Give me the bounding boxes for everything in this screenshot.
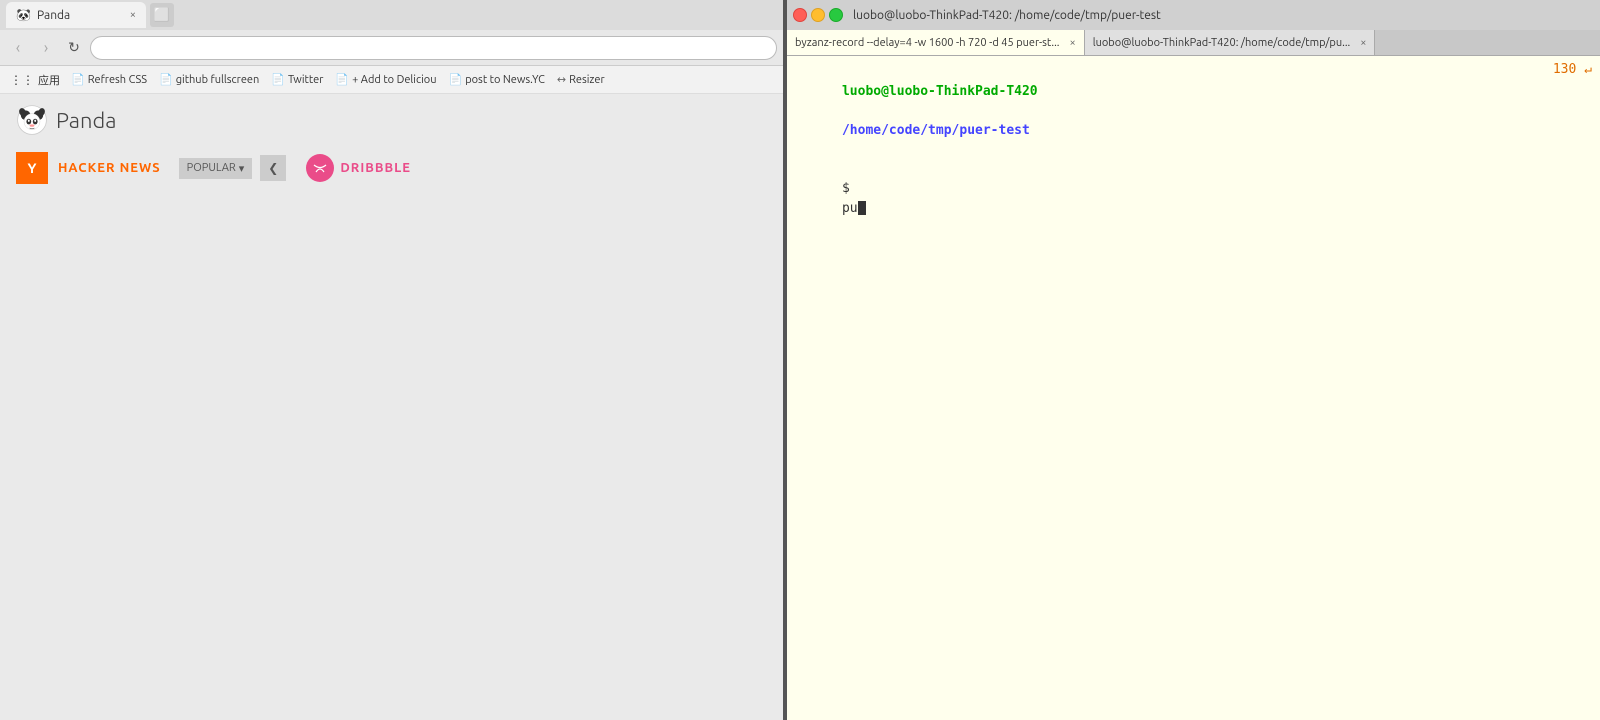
back-button[interactable]: ‹ [6, 36, 30, 60]
refresh-icon: ↻ [68, 39, 80, 56]
terminal-tab-luobo[interactable]: luobo@luobo-ThinkPad-T420: /home/code/tm… [1085, 30, 1376, 55]
terminal-tab-label: luobo@luobo-ThinkPad-T420: /home/code/tm… [1093, 37, 1351, 49]
apps-menu[interactable]: ⋮⋮ 应用 [6, 70, 64, 90]
apps-grid-icon: ⋮⋮ [10, 73, 34, 87]
terminal-tab-byzanz[interactable]: byzanz-record --delay=4 -w 1600 -h 720 -… [787, 30, 1085, 55]
terminal-tab-close[interactable]: × [1360, 37, 1366, 49]
doc-icon: 📄 [159, 73, 173, 86]
new-tab-icon: ⬜ [154, 8, 170, 23]
terminal-window: luobo@luobo-ThinkPad-T420: /home/code/tm… [787, 0, 1600, 720]
bookmark-label: Twitter [288, 74, 323, 86]
terminal-content: luobo@luobo-ThinkPad-T420 /home/code/tmp… [787, 56, 1600, 720]
terminal-user: luobo@luobo-ThinkPad-T420 [842, 84, 1038, 99]
doc-icon: 📄 [271, 73, 285, 86]
terminal-prompt-line: luobo@luobo-ThinkPad-T420 /home/code/tmp… [795, 62, 1592, 160]
terminal-minimize-button[interactable] [811, 8, 825, 22]
popular-arrow-icon: ▾ [239, 162, 245, 175]
terminal-command-line: $ pu [795, 160, 1592, 238]
new-tab-button[interactable]: ⬜ [150, 3, 174, 27]
panda-header: Panda [0, 94, 783, 146]
terminal-prompt-symbol: $ [842, 181, 858, 196]
terminal-cursor [858, 201, 866, 215]
terminal-title-text: luobo@luobo-ThinkPad-T420: /home/code/tm… [847, 9, 1594, 22]
forward-button[interactable]: › [34, 36, 58, 60]
terminal-command: pu [842, 201, 858, 216]
arrow-left-button[interactable]: ❮ [260, 155, 286, 181]
bookmark-resizer[interactable]: ↔ Resizer [552, 71, 610, 88]
bookmark-refresh-css[interactable]: 📄 Refresh CSS [66, 71, 152, 88]
browser-toolbar: ‹ › ↻ [0, 30, 783, 66]
hacker-news-source[interactable]: Y HACKER NEWS [16, 152, 171, 184]
browser-tab-panda[interactable]: 🐼 Panda × [6, 2, 146, 28]
browser-content: Panda Y HACKER NEWS POPULAR ▾ ❮ [0, 94, 783, 720]
arrow-left-icon: ❮ [268, 161, 278, 175]
terminal-enter-icon: ↵ [1584, 62, 1592, 77]
terminal-path: /home/code/tmp/puer-test [842, 123, 1030, 138]
tab-close-button[interactable]: × [130, 9, 136, 21]
apps-label: 应用 [38, 72, 60, 88]
doc-icon: 📄 [335, 73, 349, 86]
bookmark-add-delicious[interactable]: 📄 + Add to Deliciou [330, 71, 441, 88]
hn-label: HACKER NEWS [48, 161, 171, 175]
bookmark-newsyc[interactable]: 📄 post to News.YC [443, 71, 549, 88]
bookmarks-bar: ⋮⋮ 应用 📄 Refresh CSS 📄 github fullscreen … [0, 66, 783, 94]
popular-label: POPULAR [187, 162, 236, 174]
tab-label: Panda [37, 9, 70, 22]
panda-logo [16, 104, 48, 136]
terminal-tab-close[interactable]: × [1069, 37, 1075, 49]
back-icon: ‹ [16, 39, 21, 57]
popular-button[interactable]: POPULAR ▾ [179, 158, 253, 179]
dribbble-icon [306, 154, 334, 182]
forward-icon: › [44, 39, 49, 57]
bookmark-label: post to News.YC [465, 74, 545, 86]
bookmark-twitter[interactable]: 📄 Twitter [266, 71, 328, 88]
panda-page-title: Panda [56, 108, 116, 133]
browser-titlebar: 🐼 Panda × ⬜ [0, 0, 783, 30]
terminal-tabs: byzanz-record --delay=4 -w 1600 -h 720 -… [787, 30, 1600, 56]
bookmark-github-fullscreen[interactable]: 📄 github fullscreen [154, 71, 264, 88]
hn-icon-label: Y [28, 160, 37, 176]
address-bar[interactable] [90, 36, 777, 60]
bookmark-label: Refresh CSS [88, 74, 147, 86]
terminal-titlebar: luobo@luobo-ThinkPad-T420: /home/code/tm… [787, 0, 1600, 30]
dribbble-source[interactable]: DRIBBBLE [306, 154, 411, 182]
bookmark-label: github fullscreen [176, 74, 260, 86]
bookmark-label: + Add to Deliciou [352, 74, 436, 86]
doc-icon: 📄 [71, 73, 85, 86]
terminal-maximize-button[interactable] [829, 8, 843, 22]
hn-icon: Y [16, 152, 48, 184]
resize-icon: ↔ [557, 73, 566, 86]
dribbble-label: DRIBBBLE [340, 161, 411, 175]
terminal-close-button[interactable] [793, 8, 807, 22]
terminal-line-number: 130 ↵ [1553, 62, 1592, 77]
terminal-tab-label: byzanz-record --delay=4 -w 1600 -h 720 -… [795, 37, 1059, 49]
window-divider [783, 0, 787, 720]
panda-nav: Y HACKER NEWS POPULAR ▾ ❮ [0, 146, 783, 190]
tab-favicon: 🐼 [16, 8, 31, 22]
bookmark-label: Resizer [569, 74, 605, 86]
terminal-space [842, 103, 850, 118]
doc-icon: 📄 [448, 73, 462, 86]
refresh-button[interactable]: ↻ [62, 36, 86, 60]
